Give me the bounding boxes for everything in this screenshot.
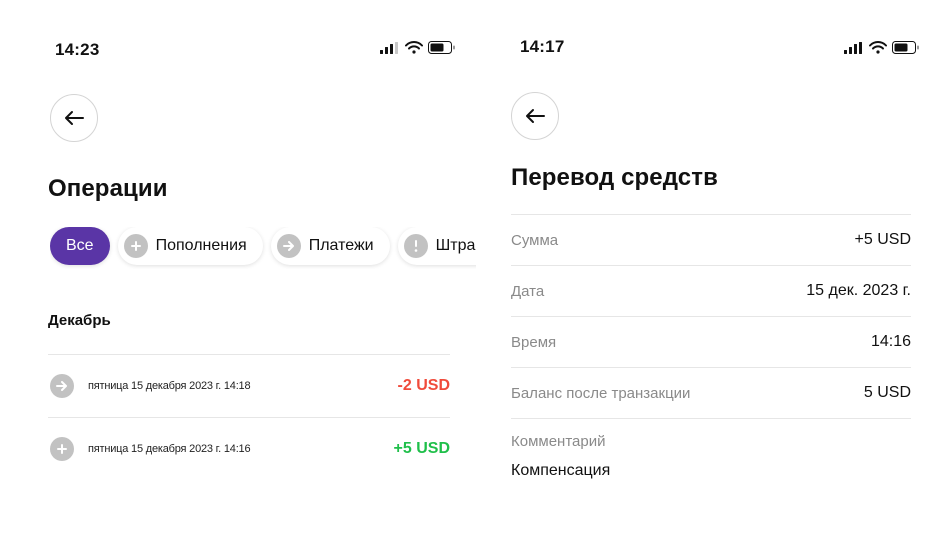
status-icons bbox=[380, 41, 456, 54]
filter-chip-topups[interactable]: Пополнения bbox=[117, 227, 263, 265]
month-heading: Декабрь bbox=[48, 312, 111, 329]
battery-icon bbox=[428, 41, 455, 54]
comment-label: Комментарий bbox=[511, 433, 606, 450]
operation-row[interactable]: пятница 15 декабря 2023 г. 14:18 -2 USD bbox=[48, 354, 450, 417]
transfer-details-screen: 14:17 Перевод средств Сумма +5 USD Дата … bbox=[476, 0, 938, 550]
chip-label: Все bbox=[66, 237, 94, 254]
page-title: Перевод средств bbox=[511, 164, 718, 191]
plus-icon bbox=[123, 234, 148, 258]
filter-chip-payments[interactable]: Платежи bbox=[270, 227, 390, 265]
exclamation-icon bbox=[403, 234, 428, 258]
signal-icon bbox=[844, 41, 862, 54]
chip-label: Штрафы bbox=[435, 237, 476, 254]
back-button[interactable] bbox=[511, 92, 559, 140]
detail-label: Время bbox=[511, 333, 557, 351]
plus-icon bbox=[50, 437, 74, 461]
operations-list: пятница 15 декабря 2023 г. 14:18 -2 USD … bbox=[48, 354, 450, 480]
detail-label: Сумма bbox=[511, 231, 559, 249]
back-button[interactable] bbox=[50, 94, 98, 142]
detail-value: 5 USD bbox=[863, 384, 911, 401]
detail-label: Дата bbox=[511, 282, 545, 300]
arrow-left-icon bbox=[65, 111, 84, 125]
operation-amount: -2 USD bbox=[397, 377, 450, 394]
transfer-details: Сумма +5 USD Дата 15 дек. 2023 г. Время … bbox=[511, 214, 911, 419]
status-bar: 14:17 bbox=[476, 37, 938, 60]
wifi-icon bbox=[869, 41, 887, 54]
page-title: Операции bbox=[48, 175, 168, 202]
signal-icon bbox=[380, 41, 398, 54]
operation-date: пятница 15 декабря 2023 г. 14:18 bbox=[88, 380, 251, 392]
filter-chips: Все Пополнения Платежи Штрафы bbox=[50, 227, 476, 269]
detail-row-balance: Баланс после транзакции 5 USD bbox=[511, 367, 911, 419]
filter-chip-all[interactable]: Все bbox=[50, 227, 110, 265]
status-bar: 14:23 bbox=[0, 38, 476, 60]
status-time: 14:23 bbox=[55, 40, 100, 59]
arrow-right-icon bbox=[276, 234, 301, 258]
status-time: 14:17 bbox=[520, 37, 565, 56]
comment-value: Компенсация bbox=[511, 462, 611, 479]
chip-label: Платежи bbox=[308, 237, 374, 254]
detail-label: Баланс после транзакции bbox=[511, 384, 691, 402]
operation-amount: +5 USD bbox=[393, 440, 450, 457]
operation-row[interactable]: пятница 15 декабря 2023 г. 14:16 +5 USD bbox=[48, 417, 450, 480]
chip-label: Пополнения bbox=[155, 237, 247, 254]
battery-icon bbox=[892, 41, 919, 54]
detail-value: 14:16 bbox=[870, 333, 911, 350]
status-icons bbox=[844, 41, 920, 54]
filter-chip-fines[interactable]: Штрафы bbox=[397, 227, 476, 265]
wifi-icon bbox=[405, 41, 423, 54]
detail-value: +5 USD bbox=[854, 231, 911, 248]
detail-value: 15 дек. 2023 г. bbox=[806, 282, 911, 299]
arrow-left-icon bbox=[526, 109, 545, 123]
operation-date: пятница 15 декабря 2023 г. 14:16 bbox=[88, 443, 251, 455]
detail-row-date: Дата 15 дек. 2023 г. bbox=[511, 265, 911, 316]
detail-row-time: Время 14:16 bbox=[511, 316, 911, 367]
arrow-right-icon bbox=[50, 374, 74, 398]
operations-screen: 14:23 Операции Все Пополнения Платежи Шт… bbox=[0, 0, 476, 550]
detail-row-amount: Сумма +5 USD bbox=[511, 214, 911, 265]
